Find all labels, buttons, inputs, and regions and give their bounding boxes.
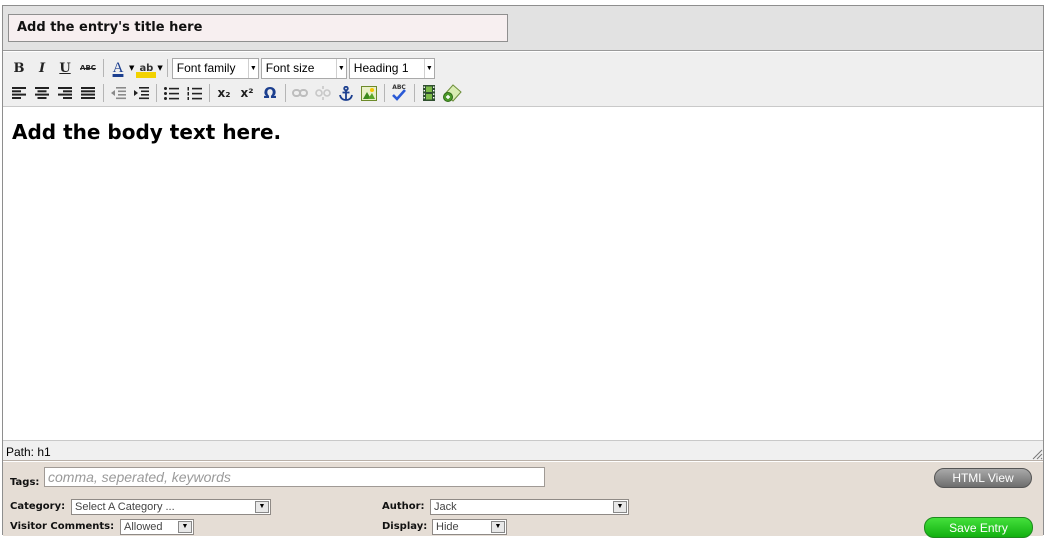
category-label: Category: — [10, 501, 66, 512]
html-view-button[interactable]: HTML View — [934, 468, 1032, 488]
editor-statusbar: Path: h1 — [3, 441, 1043, 461]
insert-media-button[interactable] — [419, 83, 439, 103]
toolbar-separator — [103, 59, 104, 77]
chevron-down-icon[interactable]: ▼ — [613, 501, 627, 513]
italic-button[interactable]: I — [32, 58, 52, 78]
element-path: Path: h1 — [6, 445, 51, 459]
align-center-button[interactable] — [32, 83, 52, 103]
text-color-button[interactable]: A — [108, 58, 128, 78]
image-icon — [361, 85, 377, 101]
subscript-button[interactable]: x₂ — [214, 83, 234, 103]
resize-handle-icon[interactable] — [1031, 448, 1043, 460]
tags-input[interactable]: comma, seperated, keywords — [44, 467, 545, 487]
align-right-button[interactable] — [55, 83, 75, 103]
title-bar: Add the entry's title here — [3, 6, 1043, 51]
strikethrough-button[interactable]: ABC — [78, 58, 98, 78]
unlink-button[interactable] — [313, 83, 333, 103]
font-size-select[interactable]: Font size ▼ — [260, 57, 347, 79]
bold-button[interactable]: B — [9, 58, 29, 78]
font-family-select[interactable]: Font family ▼ — [171, 57, 259, 79]
underline-button[interactable]: U — [55, 58, 75, 78]
outdent-button[interactable] — [108, 83, 128, 103]
toolbar-separator — [103, 84, 104, 102]
highlight-color-button[interactable]: ab — [136, 58, 157, 78]
chevron-down-icon[interactable]: ▼ — [423, 58, 434, 78]
display-select[interactable]: Hide ▼ — [432, 519, 507, 535]
toolbar-separator — [285, 84, 286, 102]
numbered-list-icon — [187, 86, 202, 100]
spellcheck-button[interactable]: ABC — [389, 83, 409, 103]
format-select[interactable]: Heading 1 ▼ — [348, 57, 435, 79]
highlight-dropdown-arrow[interactable]: ▼ — [157, 64, 162, 72]
outdent-icon — [110, 86, 126, 99]
tags-label: Tags: — [10, 477, 40, 488]
insert-image-button[interactable] — [359, 83, 379, 103]
category-select[interactable]: Select A Category ... ▼ — [71, 499, 271, 515]
toolbar-separator — [384, 84, 385, 102]
chevron-down-icon[interactable]: ▼ — [178, 521, 192, 533]
anchor-icon — [339, 85, 353, 101]
spellcheck-label: ABC — [392, 84, 406, 91]
toolbar-separator — [414, 84, 415, 102]
superscript-button[interactable]: x² — [237, 83, 257, 103]
toolbar-row-2: x₂ x² Ω ABC — [9, 82, 465, 104]
bullet-list-button[interactable] — [161, 83, 181, 103]
author-label: Author: — [382, 501, 425, 512]
align-justify-icon — [81, 87, 95, 99]
author-value: Jack — [434, 501, 457, 513]
font-family-value: Font family — [176, 61, 236, 75]
link-icon — [292, 89, 308, 97]
toolbar-separator — [209, 84, 210, 102]
editor-toolbar: B I U ABC A ▼ ab ▼ Font family ▼ Font si… — [3, 52, 1043, 107]
blog-entry-editor: Add the entry's title here B I U ABC A ▼… — [2, 5, 1044, 538]
align-right-icon — [58, 87, 72, 99]
indent-button[interactable] — [131, 83, 151, 103]
format-value: Heading 1 — [353, 61, 409, 75]
toolbar-row-1: B I U ABC A ▼ ab ▼ Font family ▼ Font si… — [9, 57, 437, 79]
author-select[interactable]: Jack ▼ — [430, 499, 629, 515]
chevron-down-icon[interactable]: ▼ — [255, 501, 269, 513]
text-color-dropdown-arrow[interactable]: ▼ — [129, 64, 134, 72]
display-value: Hide — [436, 521, 459, 533]
visitor-comments-value: Allowed — [124, 521, 163, 533]
chevron-down-icon[interactable]: ▼ — [491, 521, 505, 533]
toolbar-separator — [156, 84, 157, 102]
chevron-down-icon[interactable]: ▼ — [247, 58, 258, 78]
entry-title-input[interactable]: Add the entry's title here — [8, 14, 508, 42]
body-heading-text[interactable]: Add the body text here. — [12, 120, 281, 144]
bullet-list-icon — [163, 86, 179, 100]
checkmark-icon — [392, 89, 406, 101]
chevron-down-icon[interactable]: ▼ — [335, 58, 346, 78]
align-left-button[interactable] — [9, 83, 29, 103]
film-icon — [423, 85, 435, 101]
special-character-button[interactable]: Ω — [260, 83, 280, 103]
insert-link-button[interactable] — [290, 83, 310, 103]
entry-meta-panel: Tags: comma, seperated, keywords Categor… — [3, 462, 1043, 538]
category-value: Select A Category ... — [75, 501, 175, 513]
numbered-list-button[interactable] — [184, 83, 204, 103]
unlink-icon — [315, 86, 331, 100]
toolbar-separator — [166, 59, 168, 77]
indent-icon — [133, 86, 149, 99]
visitor-comments-select[interactable]: Allowed ▼ — [120, 519, 194, 535]
align-center-icon — [35, 87, 49, 99]
align-justify-button[interactable] — [78, 83, 98, 103]
gallery-add-icon — [443, 84, 462, 102]
display-label: Display: — [382, 521, 428, 532]
insert-gallery-button[interactable] — [442, 83, 462, 103]
editor-body[interactable]: Add the body text here. — [3, 108, 1043, 441]
anchor-button[interactable] — [336, 83, 356, 103]
align-left-icon — [12, 87, 26, 99]
font-size-value: Font size — [265, 61, 315, 75]
save-entry-button[interactable]: Save Entry — [924, 517, 1033, 538]
visitor-comments-label: Visitor Comments: — [10, 521, 115, 532]
